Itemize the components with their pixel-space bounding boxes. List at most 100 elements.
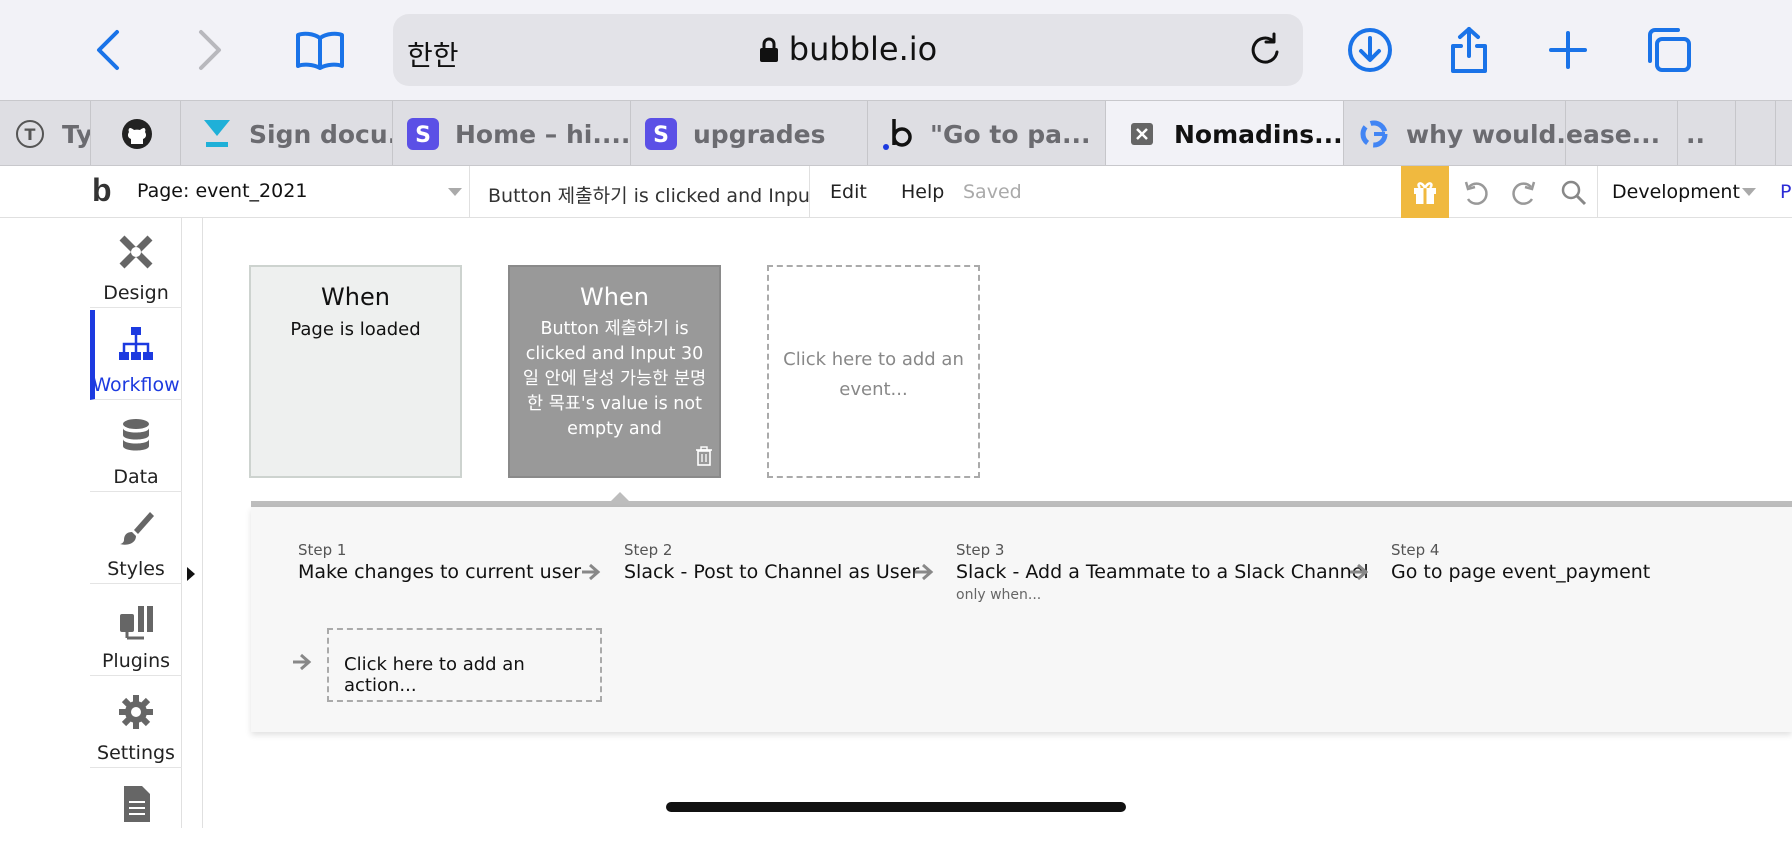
tab-item[interactable]: T Ty (0, 101, 91, 165)
sidebar-item-label: Styles (107, 558, 165, 580)
share-button[interactable] (1441, 22, 1497, 78)
arrow-right-icon (915, 563, 934, 581)
tab-label: Ty (62, 119, 91, 149)
page-selector-label: Page: event_2021 (137, 180, 308, 202)
gift-button[interactable] (1401, 166, 1449, 218)
expand-panel-icon[interactable] (187, 567, 195, 581)
svg-text:T: T (25, 125, 36, 144)
chevron-down-icon (1742, 188, 1756, 196)
docusign-icon (201, 118, 233, 150)
step-name: Make changes to current user (298, 561, 582, 583)
gear-icon (119, 695, 153, 729)
event-selector[interactable]: Button 제출하기 is clicked and Input... (478, 166, 810, 218)
preview-link[interactable]: P (1780, 181, 1791, 203)
tab-item[interactable]: why would... (1344, 101, 1566, 165)
tabs-overview-button[interactable] (1640, 22, 1696, 78)
add-action-button[interactable]: Click here to add an action... (327, 628, 602, 702)
tab-label: ease... (1566, 119, 1661, 149)
tab-item[interactable] (91, 101, 181, 165)
add-event-placeholder[interactable]: Click here to add an event... (767, 265, 980, 478)
action-step[interactable]: Step 1 Make changes to current user (298, 541, 581, 583)
search-icon[interactable] (1559, 178, 1589, 208)
editor-toolbar: b Page: event_2021 Button 제출하기 is clicke… (0, 166, 1792, 218)
tab-item[interactable]: S upgrades (631, 101, 868, 165)
tab-strip: T Ty Sign docu... S Home – hi.... S upgr… (0, 100, 1792, 166)
tab-label: "Go to pa... (930, 119, 1091, 149)
trash-icon[interactable] (695, 446, 713, 470)
page-selector[interactable]: Page: event_2021 (128, 166, 470, 218)
event-selector-label: Button 제출하기 is clicked and Input... (488, 185, 810, 207)
redo-icon[interactable] (1509, 178, 1539, 208)
brush-icon (120, 512, 154, 545)
step-condition: only when... (956, 587, 1042, 603)
tab-label: why would... (1406, 119, 1566, 149)
chevron-right-icon (199, 30, 221, 70)
sidebar-item-label: Data (113, 466, 159, 488)
back-button[interactable] (80, 22, 136, 78)
tab-item[interactable]: Sign docu... (181, 101, 393, 165)
tabs-icon (1648, 28, 1691, 72)
google-icon (1358, 118, 1390, 150)
sidebar-item-label: Settings (97, 742, 175, 764)
event-description: Button 제출하기 is clicked and Input 30일 안에 … (522, 319, 707, 439)
step-number: Step 2 (624, 541, 673, 559)
action-step[interactable]: Step 4 Go to page event_payment (1391, 541, 1650, 583)
tab-item[interactable] (1736, 101, 1776, 165)
undo-icon[interactable] (1461, 178, 1491, 208)
selected-event-pointer (610, 492, 630, 502)
sidebar-item-design[interactable]: Design (90, 218, 182, 308)
share-icon (1451, 27, 1487, 73)
sidebar-item-settings[interactable]: Settings (90, 678, 182, 768)
chevron-left-icon (97, 30, 119, 70)
s-app-icon: S (407, 118, 439, 150)
step-number: Step 4 (1391, 541, 1440, 559)
tab-item[interactable]: ease... (1566, 101, 1678, 165)
tab-label: Sign docu... (249, 119, 392, 149)
address-bar[interactable]: 한한 bubble.io (393, 14, 1303, 86)
lock-icon (759, 33, 779, 71)
plus-icon (1549, 31, 1587, 69)
close-icon[interactable] (1126, 118, 1158, 150)
event-card-selected[interactable]: When Button 제출하기 is clicked and Input 30… (508, 265, 721, 478)
help-menu[interactable]: Help (901, 181, 944, 203)
step-name: Slack - Add a Teammate to a Slack Channe… (956, 561, 1369, 583)
t-circle-icon: T (14, 118, 46, 150)
sidebar-item-styles[interactable]: Styles (90, 494, 182, 584)
gift-icon (1414, 182, 1436, 204)
sidebar-item-workflow[interactable]: Workflow (90, 310, 182, 400)
forward-button[interactable] (182, 22, 238, 78)
tab-item[interactable]: S Home – hi.... (393, 101, 631, 165)
new-tab-button[interactable] (1540, 22, 1596, 78)
sidebar-item-plugins[interactable]: Plugins (90, 586, 182, 676)
event-card[interactable]: When Page is loaded (249, 265, 462, 478)
book-icon (296, 31, 344, 70)
edit-menu[interactable]: Edit (830, 181, 867, 203)
sidebar-item-data[interactable]: Data (90, 402, 182, 492)
tab-item-active[interactable]: Nomadins... (1106, 101, 1344, 165)
tab-item[interactable]: .. (1678, 101, 1736, 165)
event-title: When (580, 283, 649, 311)
reload-icon[interactable] (1249, 32, 1283, 72)
workflow-actions-panel: Step 1 Make changes to current user Step… (251, 507, 1792, 732)
bubble-logo[interactable]: b (92, 172, 112, 209)
sidebar-item-label: Workflow (92, 374, 180, 396)
downloads-button[interactable] (1342, 22, 1398, 78)
action-step[interactable]: Step 3 Slack - Add a Teammate to a Slack… (956, 541, 1369, 603)
s-app-icon: S (645, 118, 677, 150)
arrow-right-icon (582, 563, 601, 581)
tab-item[interactable]: "Go to pa... (868, 101, 1106, 165)
action-step[interactable]: Step 2 Slack - Post to Channel as User (624, 541, 919, 583)
save-status: Saved (963, 181, 1022, 203)
environment-selector[interactable]: Development (1597, 166, 1792, 218)
environment-label: Development (1612, 181, 1740, 203)
plugins-icon (120, 606, 153, 640)
tab-label: upgrades (693, 119, 826, 149)
step-number: Step 3 (956, 541, 1005, 559)
sidebar-item-logs[interactable] (90, 770, 182, 860)
svg-text:S: S (415, 123, 431, 148)
sidebar-item-label: Plugins (101, 650, 171, 672)
browser-toolbar: 한한 bubble.io (0, 0, 1792, 100)
bookmarks-button[interactable] (292, 22, 348, 78)
svg-text:S: S (653, 123, 669, 148)
design-icon (119, 235, 153, 269)
